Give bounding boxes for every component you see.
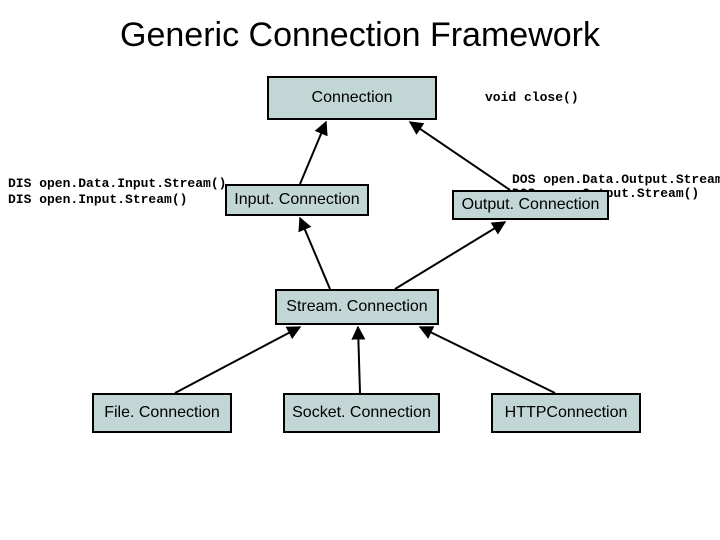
box-socket-label: Socket. Connection xyxy=(292,404,431,422)
annotation-dos1: DOS open.Data.Output.Stream( xyxy=(512,172,720,187)
annotation-dis2: DIS open.Input.Stream() xyxy=(8,192,187,207)
box-output-label: Output. Connection xyxy=(462,196,600,214)
box-stream-connection: Stream. Connection xyxy=(275,289,439,325)
box-http-label: HTTPConnection xyxy=(505,404,628,422)
box-file-label: File. Connection xyxy=(104,404,220,422)
box-input-label: Input. Connection xyxy=(234,191,359,209)
box-connection: Connection xyxy=(267,76,437,120)
box-http-connection: HTTPConnection xyxy=(491,393,641,433)
page-title: Generic Connection Framework xyxy=(0,16,720,55)
annotation-close: void close() xyxy=(485,90,579,105)
box-output-connection: Output. Connection xyxy=(452,190,609,220)
box-file-connection: File. Connection xyxy=(92,393,232,433)
box-input-connection: Input. Connection xyxy=(225,184,369,216)
box-socket-connection: Socket. Connection xyxy=(283,393,440,433)
box-connection-label: Connection xyxy=(312,89,393,107)
annotation-dis1: DIS open.Data.Input.Stream() xyxy=(8,176,226,191)
box-stream-label: Stream. Connection xyxy=(286,298,427,316)
